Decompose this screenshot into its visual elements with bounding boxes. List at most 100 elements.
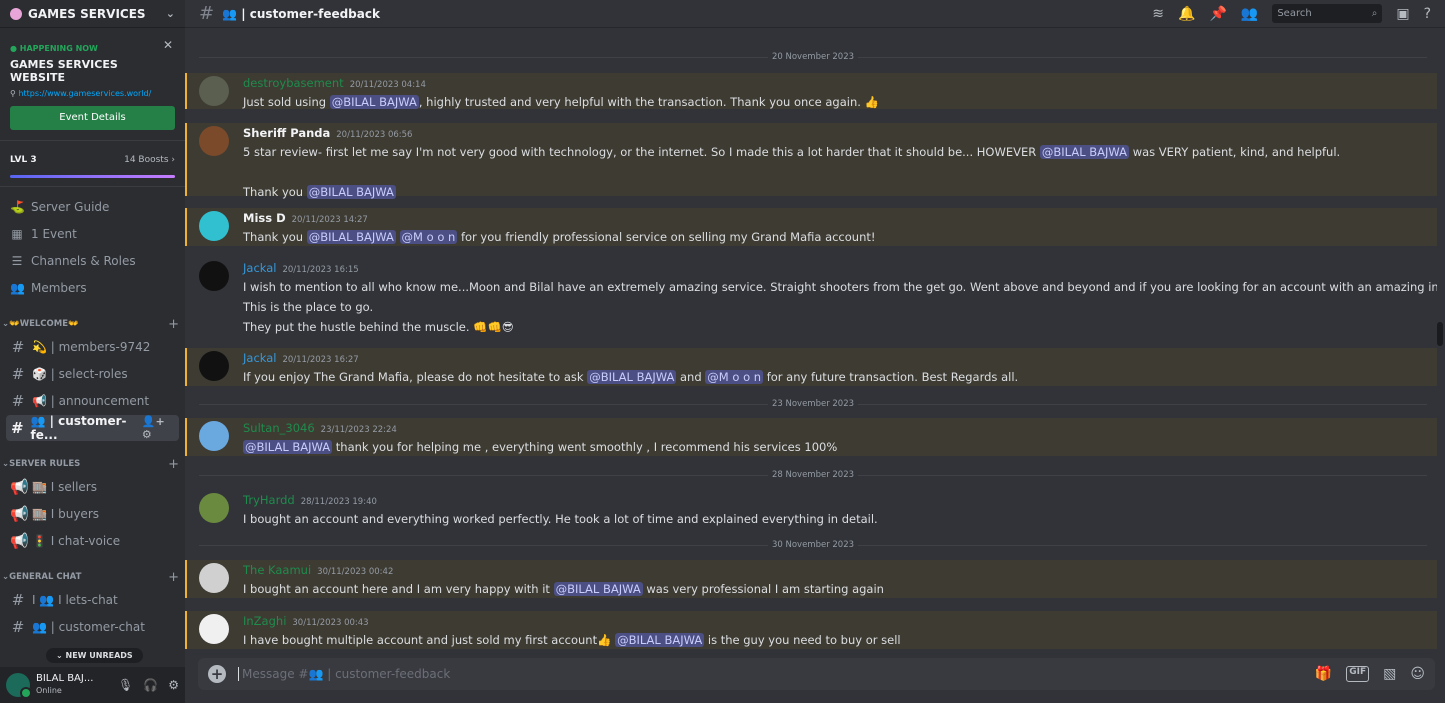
threads-icon[interactable]: ≋ [1152,6,1164,22]
channel-item[interactable]: # 📢 | announcement [6,388,179,414]
headphones-icon[interactable]: 🎧 [143,678,158,692]
date-label: 28 November 2023 [767,470,859,480]
message-text: I wish to mention to all who know me...M… [243,280,1437,294]
invite-icon[interactable]: 👤+ [142,415,165,428]
message-line: @BILAL BAJWA thank you for helping me , … [243,437,1437,457]
channel-header: # 👥 | customer-feedback ≋ 🔔 📌 👥 Search ⌕ … [185,0,1445,28]
category-header[interactable]: ⌄ SERVER RULES + [0,455,185,473]
members-icon[interactable]: 👥 [1241,6,1258,22]
author-name[interactable]: Sheriff Panda [243,126,330,140]
nav-item-channels-roles[interactable]: ☰ Channels & Roles [0,247,185,274]
message-text: was VERY patient, kind, and helpful. [1129,145,1341,159]
avatar[interactable] [6,673,32,699]
user-mention[interactable]: @BILAL BAJWA [306,185,396,199]
create-channel-icon[interactable]: + [168,457,179,472]
add-attachment-button[interactable]: + [208,665,226,683]
date-divider: 20 November 2023 [199,52,1427,62]
timestamp: 30/11/2023 00:42 [317,567,394,577]
author-name[interactable]: destroybasement [243,76,344,90]
user-mention[interactable]: @BILAL BAJWA [587,370,677,384]
channel-type-icon: # [11,591,25,609]
avatar[interactable] [199,126,229,156]
search-input[interactable]: Search ⌕ [1272,4,1383,23]
message-text: 5 star review- first let me say I'm not … [243,145,1040,159]
event-details-button[interactable]: Event Details [10,106,175,130]
create-channel-icon[interactable]: + [168,570,179,585]
author-name[interactable]: Sultan_3046 [243,421,315,435]
sticker-icon[interactable]: ▧ [1383,666,1396,682]
message-list: 20 November 2023 23 November 2023 28 Novem… [185,28,1437,650]
message-composer[interactable]: + Message #👥 | customer-feedback 🎁 GIF ▧… [198,658,1435,690]
emoji-icon[interactable]: ☺ [1410,666,1425,682]
bell-icon[interactable]: 🔔 [1178,6,1195,22]
user-mention[interactable]: @BILAL BAJWA [1039,145,1130,159]
author-name[interactable]: Miss D [243,211,286,225]
channel-item[interactable]: # I 👥 I lets-chat [6,587,179,613]
avatar[interactable] [199,563,229,593]
gear-icon[interactable]: ⚙ [168,678,179,692]
nav-item-members[interactable]: 👥 Members [0,274,185,301]
channel-item[interactable]: # 👥 | customer-fe... 👤+ ⚙ [6,414,179,442]
avatar[interactable] [199,211,229,241]
message: Jackal 20/11/2023 16:27 If you enjoy The G… [185,348,1437,386]
author-name[interactable]: TryHardd [243,493,295,507]
user-mention[interactable]: @BILAL BAJWA [329,95,419,109]
user-mention[interactable]: @BILAL BAJWA [553,582,643,596]
message-header: Sheriff Panda 20/11/2023 06:56 [243,125,1437,142]
gift-icon[interactable]: 🎁 [1315,666,1332,682]
avatar[interactable] [199,76,229,106]
boost-progress-bar [10,175,175,178]
avatar[interactable] [199,421,229,451]
nav-item-server-guide[interactable]: ⛳ Server Guide [0,193,185,220]
message-text: I have bought multiple account and just … [243,633,616,647]
category-header[interactable]: ⌄ GENERAL CHAT + [0,568,185,586]
gear-icon[interactable]: ⚙ [142,428,152,441]
new-unreads-button[interactable]: ⌄ NEW UNREADS [46,648,143,663]
message-text: They put the hustle behind the muscle. 👊… [243,320,514,334]
avatar[interactable] [199,261,229,291]
user-mention[interactable]: @M o o n [705,370,764,384]
author-name[interactable]: InZaghi [243,614,286,628]
channel-item[interactable]: 📢 🚦 I chat-voice [6,528,179,554]
inbox-icon[interactable]: ▣ [1396,6,1409,22]
scrollbar[interactable] [1437,322,1443,346]
chevron-down-icon[interactable]: ⌄ [166,7,175,20]
server-header[interactable]: GAMES SERVICES ⌄ [0,0,185,28]
create-channel-icon[interactable]: + [168,317,179,332]
user-status: Online [36,686,62,695]
message-text: I bought an account here and I am very h… [243,582,554,596]
channel-type-icon: # [10,419,24,437]
message-header: Jackal 20/11/2023 16:15 [243,260,1437,277]
nav-item-label: Channels & Roles [31,253,136,268]
close-icon[interactable]: ✕ [163,38,173,52]
user-mention[interactable]: @BILAL BAJWA [615,633,705,647]
nav-icon: ☰ [11,253,23,268]
channel-type-icon: # [11,365,25,383]
pin-icon[interactable]: 📌 [1209,6,1226,22]
author-name[interactable]: Jackal [243,261,276,275]
author-name[interactable]: Jackal [243,351,276,365]
channel-item[interactable]: 📢 🏬 I sellers [6,474,179,500]
nav-item-1-event[interactable]: ▦ 1 Event [0,220,185,247]
message-line: Just sold using @BILAL BAJWA, highly tru… [243,92,1437,112]
gif-icon[interactable]: GIF [1346,666,1370,682]
date-divider: 23 November 2023 [199,399,1427,409]
message: Jackal 20/11/2023 16:15 I wish to mention … [185,258,1437,336]
event-link[interactable]: ⚲ https://www.gameservices.world/ [10,89,175,98]
channel-item[interactable]: # 💫 | members-9742 [6,334,179,360]
boost-progress[interactable]: LVL 3 14 Boosts › [0,141,185,187]
user-mention[interactable]: @M o o n [399,230,458,244]
help-icon[interactable]: ? [1424,6,1431,22]
user-mention[interactable]: @BILAL BAJWA [306,230,396,244]
microphone-icon[interactable]: 🎙 [118,678,133,692]
message-input[interactable]: Message #👥 | customer-feedback [238,667,450,681]
channel-item[interactable]: # 🎲 | select-roles [6,361,179,387]
avatar[interactable] [199,351,229,381]
avatar[interactable] [199,493,229,523]
avatar[interactable] [199,614,229,644]
channel-item[interactable]: # 👥 | customer-chat [6,614,179,640]
category-header[interactable]: ⌄ 👐WELCOME👐 + [0,315,185,333]
author-name[interactable]: The Kaamui [243,563,311,577]
user-mention[interactable]: @BILAL BAJWA [243,440,333,454]
channel-item[interactable]: 📢 🏬 I buyers [6,501,179,527]
